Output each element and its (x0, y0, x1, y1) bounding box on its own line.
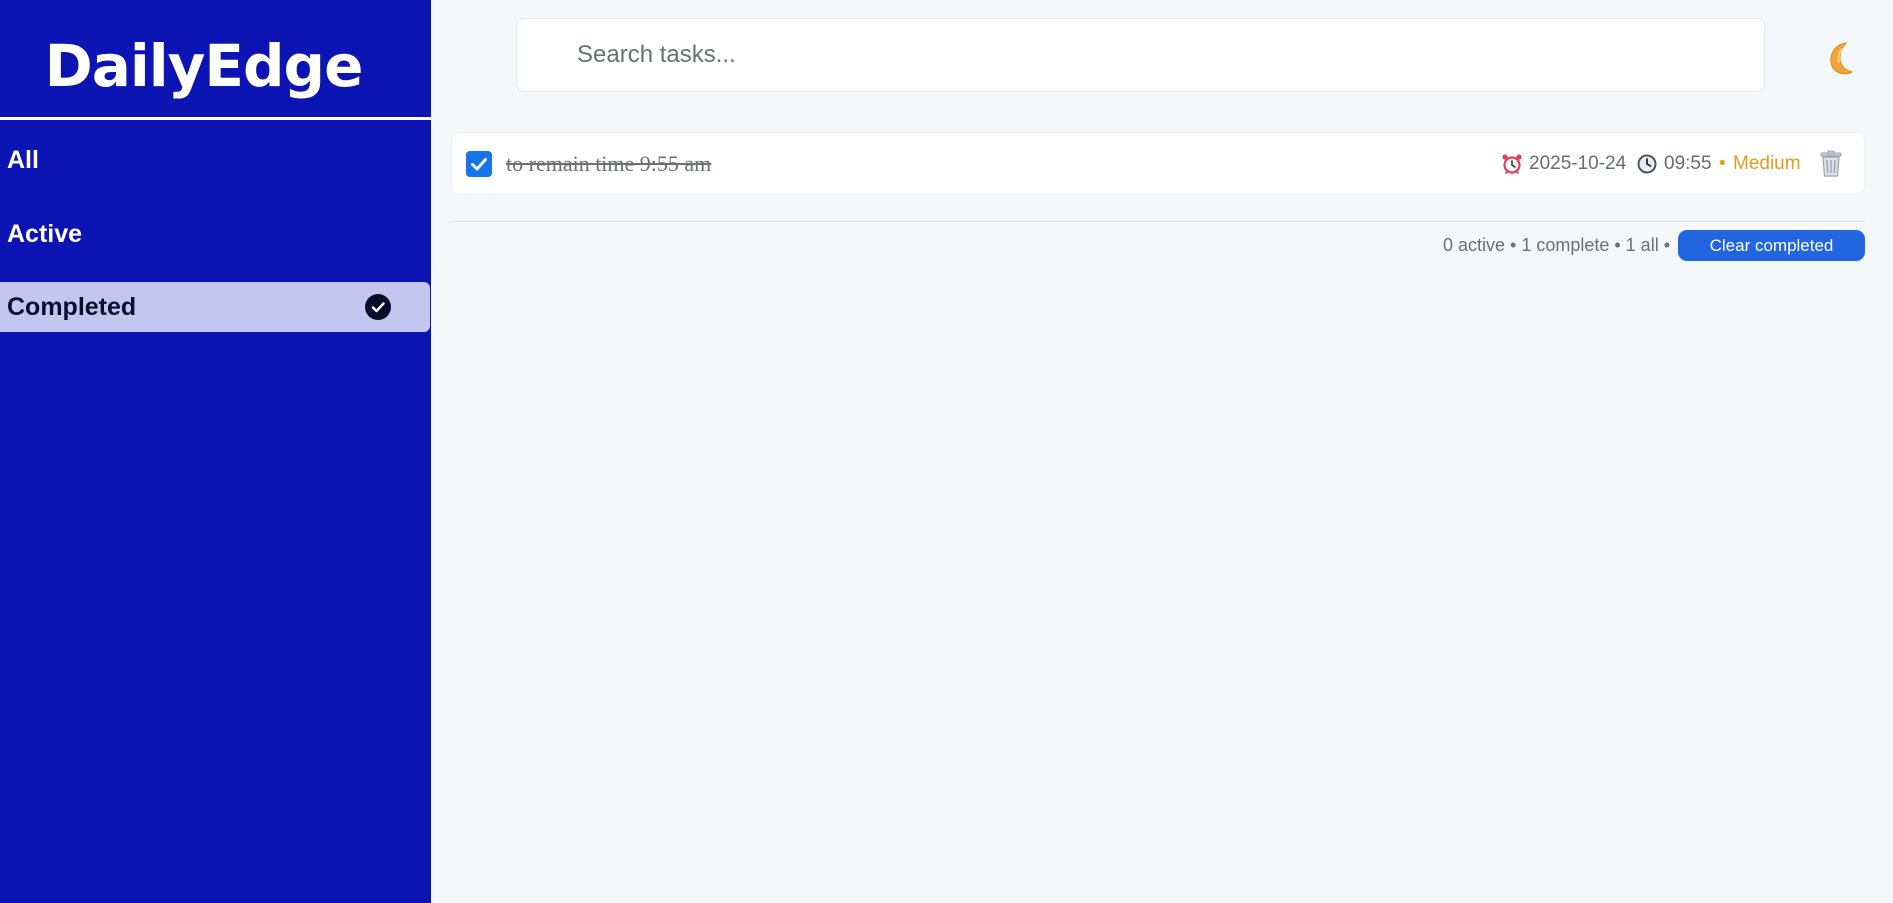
sidebar-item-active[interactable]: Active (0, 209, 430, 259)
task-title[interactable]: to remain time 9:55 am (506, 150, 711, 178)
trash-icon[interactable] (1819, 150, 1843, 178)
brand-header: DailyEdge (0, 0, 431, 120)
search-box (516, 18, 1765, 92)
priority-bullet: • (1719, 153, 1726, 174)
sidebar-item-label: Completed (7, 293, 137, 321)
alarm-clock-icon (1501, 153, 1523, 175)
check-circle-icon (365, 294, 391, 320)
sidebar-item-all[interactable]: All (0, 135, 430, 185)
sidebar: DailyEdge All Active Completed (0, 0, 431, 903)
clear-completed-button[interactable]: Clear completed (1678, 230, 1865, 261)
app-root: DailyEdge All Active Completed Search ta… (0, 0, 1893, 903)
search-input[interactable] (577, 19, 1727, 91)
app-title: DailyEdge (44, 32, 364, 100)
task-time: 09:55 (1664, 153, 1712, 174)
task-item: to remain time 9:55 am 2025-10-24 09:55 … (451, 132, 1865, 195)
clock-icon (1637, 154, 1657, 174)
divider (451, 221, 1865, 222)
sidebar-item-label: All (7, 146, 39, 174)
task-stats: 0 active • 1 complete • 1 all • (1442, 235, 1670, 255)
task-priority: Medium (1733, 153, 1801, 174)
sidebar-item-completed[interactable]: Completed (0, 282, 430, 332)
task-checkbox[interactable] (466, 151, 492, 177)
sidebar-item-label: Active (7, 220, 83, 248)
task-date: 2025-10-24 (1529, 153, 1627, 174)
moon-icon[interactable] (1822, 40, 1858, 78)
